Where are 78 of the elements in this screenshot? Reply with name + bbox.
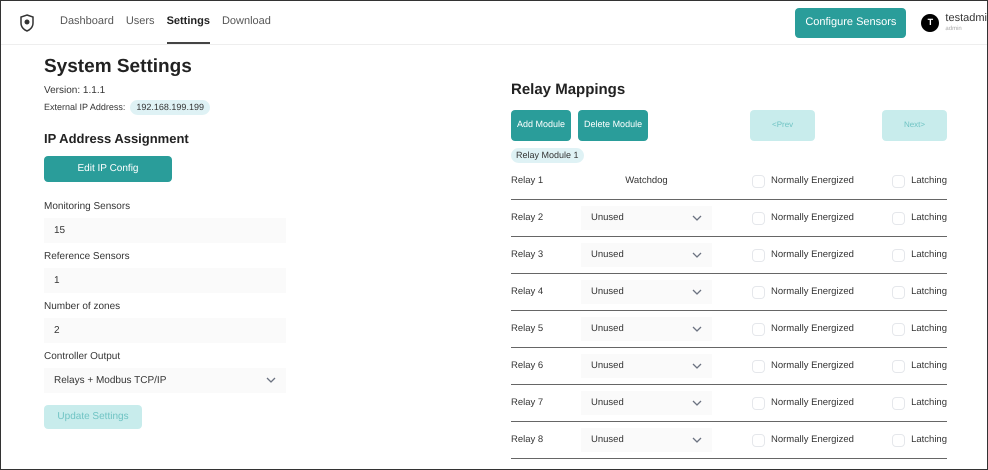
checkbox-label: Latching — [911, 174, 947, 188]
checkbox-label: Normally Energized — [771, 396, 854, 410]
relay-function-select[interactable]: Unused — [581, 280, 712, 304]
checkbox[interactable] — [752, 360, 765, 372]
input-field[interactable]: 15 — [44, 218, 286, 242]
page-title: System Settings — [44, 55, 193, 79]
relay-name: Relay 8 — [511, 432, 544, 447]
checkbox[interactable] — [752, 434, 765, 446]
chevron-down-icon — [266, 377, 276, 383]
checkbox[interactable] — [892, 396, 906, 410]
relay-function-select[interactable]: Unused — [581, 391, 712, 415]
checkbox[interactable] — [892, 434, 906, 446]
checkbox[interactable] — [752, 212, 765, 224]
ip-label: External IP Address: — [44, 100, 126, 114]
select-field[interactable]: Relays + Modbus TCP/IP — [44, 368, 286, 392]
relay-module-badge: Relay Module 1 — [511, 148, 584, 163]
relay-function-select[interactable]: Unused — [581, 354, 712, 378]
checkbox[interactable] — [752, 286, 765, 298]
nav-tab[interactable]: Settings — [166, 1, 210, 44]
relay-name: Relay 1 — [511, 174, 544, 188]
checkbox-label: Latching — [911, 284, 947, 299]
relay-name: Relay 3 — [511, 248, 544, 262]
field-label: Controller Output — [44, 350, 122, 364]
checkbox[interactable] — [892, 174, 906, 188]
ip-address-badge: 192.168.199.199 — [130, 100, 210, 115]
relay-name: Relay 4 — [511, 284, 544, 299]
checkbox-label: Normally Energized — [771, 210, 854, 225]
chevron-down-icon — [692, 363, 702, 369]
field-label: Reference Sensors — [44, 250, 131, 264]
checkbox[interactable] — [892, 248, 906, 262]
checkbox-label: Normally Energized — [771, 174, 854, 188]
chevron-down-icon — [692, 252, 702, 258]
relay-function-select[interactable]: Unused — [581, 206, 712, 230]
checkbox-label: Latching — [911, 358, 947, 373]
field-label: Monitoring Sensors — [44, 200, 132, 214]
checkbox-label: Normally Energized — [771, 284, 854, 299]
shield-logo-icon — [19, 14, 35, 32]
input-field[interactable]: 2 — [44, 318, 286, 342]
field-label: Number of zones — [44, 300, 122, 314]
checkbox[interactable] — [892, 286, 906, 298]
relay-name: Relay 7 — [511, 396, 544, 410]
checkbox-label: Latching — [911, 322, 947, 336]
chevron-down-icon — [692, 289, 702, 295]
checkbox[interactable] — [752, 322, 765, 336]
user-avatar[interactable]: T — [921, 14, 940, 32]
checkbox-label: Latching — [911, 210, 947, 225]
checkbox-label: Normally Energized — [771, 358, 854, 373]
checkbox-label: Latching — [911, 248, 947, 262]
checkbox-label: Latching — [911, 396, 947, 410]
checkbox-label: Latching — [911, 432, 947, 447]
checkbox[interactable] — [752, 396, 765, 410]
relay-name: Relay 2 — [511, 210, 544, 225]
checkbox[interactable] — [752, 174, 765, 188]
relay-name: Relay 6 — [511, 358, 544, 373]
nav-tab[interactable]: Download — [222, 1, 271, 44]
relay-function-select[interactable]: Unused — [581, 243, 712, 267]
user-name: testadmi — [945, 13, 987, 24]
checkbox-label: Normally Energized — [771, 432, 854, 447]
section-title: Relay Mappings — [511, 80, 626, 100]
relay-function-text: Watchdog — [624, 174, 669, 188]
chevron-down-icon — [692, 437, 702, 443]
checkbox-label: Normally Energized — [771, 322, 854, 336]
checkbox[interactable] — [892, 322, 906, 336]
checkbox[interactable] — [752, 248, 765, 262]
checkbox[interactable] — [892, 212, 906, 224]
input-field[interactable]: 1 — [44, 268, 286, 292]
relay-function-select[interactable]: Unused — [581, 317, 712, 341]
section-title: IP Address Assignment — [44, 130, 190, 148]
relay-name: Relay 5 — [511, 322, 544, 336]
checkbox[interactable] — [892, 360, 906, 372]
chevron-down-icon — [692, 215, 702, 221]
version-text: Version: 1.1.1 — [44, 84, 106, 98]
chevron-down-icon — [692, 326, 702, 332]
relay-function-select[interactable]: Unused — [581, 428, 712, 452]
checkbox-label: Normally Energized — [771, 248, 854, 262]
nav-tab[interactable]: Dashboard — [60, 1, 114, 44]
nav-tab[interactable]: Users — [126, 1, 155, 44]
chevron-down-icon — [692, 400, 702, 406]
